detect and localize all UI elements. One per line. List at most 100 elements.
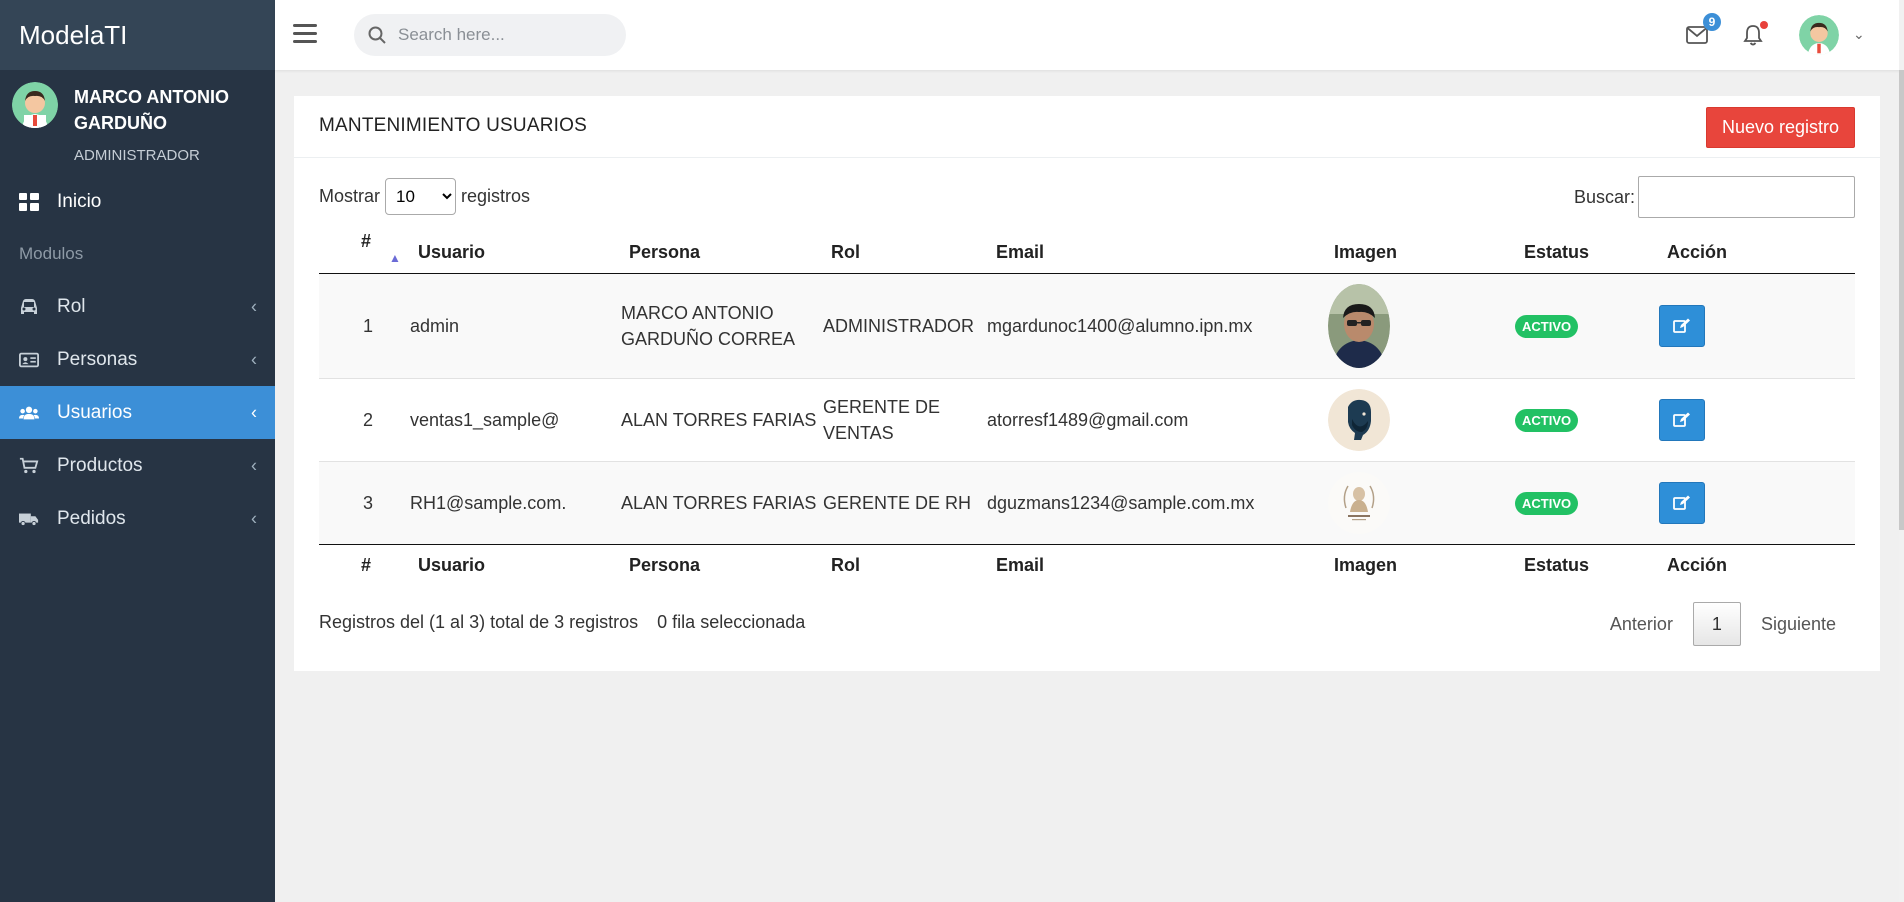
pagination: Anterior 1 Siguiente [1610,602,1855,646]
sidebar-item-label: Usuarios [57,401,132,423]
footer-header-persona: Persona [629,555,701,576]
chevron-down-icon[interactable]: ⌄ [1853,26,1865,43]
users-table: # ▲ Usuario Persona Rol Email Imagen Est… [319,231,1855,587]
table-row[interactable]: 2 ventas1_sample@ ALAN TORRES FARIAS GER… [319,378,1855,462]
cell-imagen [1328,462,1515,545]
column-header-estatus[interactable]: Estatus [1515,231,1659,274]
next-page-button[interactable]: Siguiente [1761,614,1836,635]
cell-persona: MARCO ANTONIO GARDUÑO CORREA [621,303,796,349]
column-header-imagen[interactable]: Imagen [1328,231,1515,274]
column-header-accion[interactable]: Acción [1659,231,1855,274]
dashboard-icon [19,192,39,212]
cell-email: mgardunoc1400@alumno.ipn.mx [987,315,1253,336]
table-info: Registros del (1 al 3) total de 3 regist… [319,612,805,633]
table-row[interactable]: 3 RH1@sample.com. ALAN TORRES FARIAS GER… [319,461,1855,545]
footer-header-imagen: Imagen [1334,555,1398,576]
page-length-control: Mostrar 10 registros [319,178,530,215]
edit-icon [1673,318,1690,333]
cell-rol: GERENTE DE RH [823,492,972,513]
cell-usuario: RH1@sample.com. [410,492,567,513]
previous-page-button[interactable]: Anterior [1610,614,1673,635]
cell-persona: ALAN TORRES FARIAS [621,492,817,513]
sidebar-item-inicio[interactable]: Inicio [0,175,275,228]
search-icon [368,26,386,44]
cell-email: atorresf1489@gmail.com [987,409,1189,430]
cell-imagen [1328,379,1515,462]
edit-button[interactable] [1659,482,1705,524]
column-header-usuario[interactable]: Usuario [410,231,621,274]
menu-section-header: Modulos [19,244,84,263]
length-label: Mostrar [319,186,381,206]
chevron-left-icon: ‹ [251,508,257,528]
user-photo [1328,389,1390,451]
messages-button[interactable]: 9 [1686,13,1721,48]
column-header-num[interactable]: # ▲ [319,231,410,274]
scrollbar-thumb[interactable] [1899,70,1904,530]
sidebar-item-label: Productos [57,454,143,476]
user-name: MARCO ANTONIO GARDUÑO [74,87,229,133]
brand-logo[interactable]: ModelaTI [0,0,275,70]
cell-rol: ADMINISTRADOR [823,315,975,336]
cell-usuario: ventas1_sample@ [410,409,560,430]
footer-header-rol: Rol [831,555,860,576]
page-button-1[interactable]: 1 [1692,602,1741,646]
sidebar-item-usuarios[interactable]: Usuarios ‹ [0,386,275,439]
footer-header-accion: Acción [1667,555,1728,576]
footer-header-usuario: Usuario [418,555,486,576]
sidebar-item-rol[interactable]: Rol ‹ [0,280,275,333]
sidebar-item-label: Rol [57,295,86,317]
page-scrollbar[interactable] [1899,0,1904,902]
search-box [354,14,626,56]
cart-icon [19,456,39,476]
footer-header-estatus: Estatus [1524,555,1590,576]
length-label-suffix: registros [461,186,531,206]
users-card: MANTENIMIENTO USUARIOS Nuevo registro Mo… [294,96,1880,671]
card-header: MANTENIMIENTO USUARIOS Nuevo registro [294,96,1880,158]
table-row[interactable]: 1 admin MARCO ANTONIO GARDUÑO CORREA ADM… [319,273,1855,379]
status-badge: ACTIVO [1515,408,1579,432]
sidebar-item-label: Inicio [57,190,102,212]
column-header-persona[interactable]: Persona [621,231,823,274]
cell-estatus: ACTIVO [1515,274,1659,379]
envelope-icon [1686,26,1708,44]
search-label: Buscar: [1573,186,1635,207]
selection-info: 0 fila seleccionada [657,612,806,632]
search-input[interactable] [398,25,598,45]
records-info: Registros del (1 al 3) total de 3 regist… [319,612,639,632]
status-badge: ACTIVO [1515,314,1579,338]
edit-icon [1673,495,1690,510]
users-icon [19,403,39,423]
truck-icon [19,509,39,529]
sidebar-menu: Inicio Modulos Rol ‹ Personas ‹ Usuarios… [0,175,275,545]
topbar: 9 ⌄ [275,0,1904,70]
profile-avatar[interactable] [1799,15,1839,55]
cell-rol: GERENTE DE VENTAS [823,397,941,443]
page-length-select[interactable]: 10 [385,178,457,215]
column-header-email[interactable]: Email [987,231,1328,274]
cell-estatus: ACTIVO [1515,462,1659,545]
sidebar-item-productos[interactable]: Productos ‹ [0,439,275,492]
cell-accion [1659,379,1855,462]
id-card-icon [19,350,39,370]
chevron-left-icon: ‹ [251,296,257,316]
notifications-button[interactable] [1743,21,1769,48]
edit-button[interactable] [1659,305,1705,347]
user-panel: MARCO ANTONIO GARDUÑO ADMINISTRADOR [0,70,275,175]
chevron-left-icon: ‹ [251,402,257,422]
page-title: MANTENIMIENTO USUARIOS [319,115,587,136]
cell-estatus: ACTIVO [1515,379,1659,462]
chevron-left-icon: ‹ [251,349,257,369]
cell-email: dguzmans1234@sample.com.mx [987,492,1255,513]
column-header-rol[interactable]: Rol [823,231,987,274]
sidebar-item-personas[interactable]: Personas ‹ [0,333,275,386]
edit-button[interactable] [1659,399,1705,441]
cell-num: 2 [363,409,374,430]
cell-accion [1659,462,1855,545]
menu-toggle-icon[interactable] [293,24,317,46]
new-record-button[interactable]: Nuevo registro [1706,107,1855,148]
sidebar-item-pedidos[interactable]: Pedidos ‹ [0,492,275,545]
user-avatar [12,82,58,128]
cell-accion [1659,274,1855,379]
sidebar-item-label: Personas [57,348,138,370]
table-search-input[interactable] [1638,176,1855,218]
